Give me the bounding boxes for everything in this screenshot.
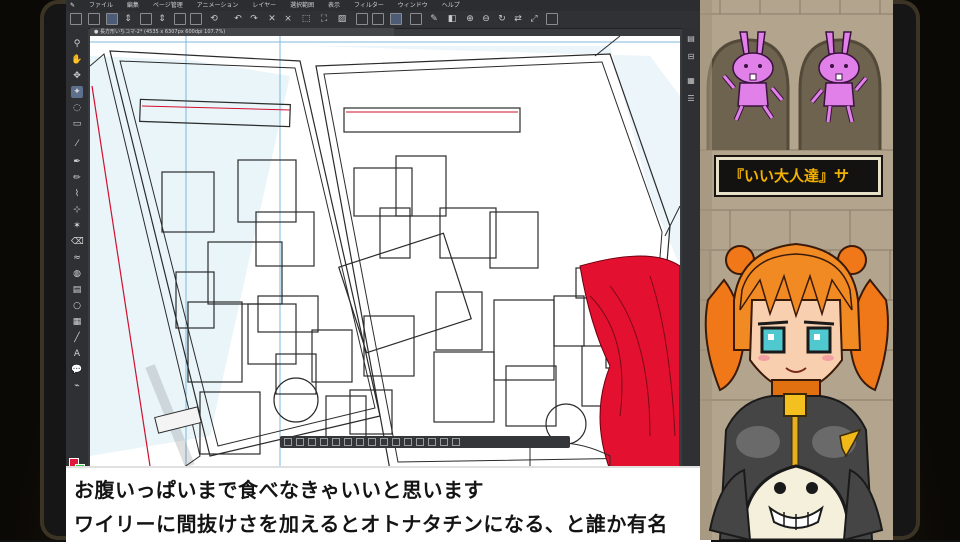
frame-border-tool-icon[interactable]: ▦ (71, 316, 83, 328)
save-icon[interactable] (106, 13, 118, 25)
select-icon[interactable] (440, 438, 448, 446)
fill-icon[interactable]: ▨ (336, 13, 348, 25)
page-icon[interactable] (140, 13, 152, 25)
select-icon[interactable] (284, 438, 292, 446)
pen-tool-icon[interactable]: ✒ (71, 156, 83, 168)
menu-layer[interactable]: レイヤー (252, 0, 276, 11)
export-icon[interactable] (174, 13, 186, 25)
grid-icon[interactable] (410, 13, 422, 25)
snap-off-icon[interactable] (356, 13, 368, 25)
delete-icon[interactable]: ✕ (266, 13, 278, 25)
menu-help[interactable]: ヘルプ (442, 0, 460, 11)
rotate-icon[interactable]: ↻ (496, 13, 508, 25)
figure-tool-icon[interactable]: ○ (71, 300, 83, 312)
select-icon[interactable] (368, 438, 376, 446)
select-icon[interactable] (452, 438, 460, 446)
pen-icon[interactable]: ✎ (428, 13, 440, 25)
open-file-icon[interactable] (88, 13, 100, 25)
menu-animation[interactable]: アニメーション (197, 0, 239, 11)
zoom-out-icon[interactable]: ⊖ (480, 13, 492, 25)
new-file-icon[interactable] (70, 13, 82, 25)
name-tag: 『いい大人達』サ (716, 157, 881, 195)
settings-icon[interactable] (190, 13, 202, 25)
select-icon[interactable] (404, 438, 412, 446)
subtitle-line-2: ワイリーに間抜けさを加えるとオトナタチンになる、と誰か有名 (74, 512, 668, 536)
arrows-icon[interactable]: ⇕ (122, 13, 134, 25)
menu-page-management[interactable]: ページ管理 (153, 0, 183, 11)
flip-horizontal-icon[interactable]: ⇄ (512, 13, 524, 25)
menu-view[interactable]: 表示 (328, 0, 340, 11)
name-tag-text: 『いい大人達』サ (729, 167, 850, 185)
layer-icon[interactable]: ▤ (686, 34, 696, 44)
hand-tool-icon[interactable]: ✋ (71, 54, 83, 66)
floating-selection-bar (280, 436, 570, 448)
balloon-tool-icon[interactable]: 💬 (71, 364, 83, 376)
menu-file[interactable]: ファイル (89, 0, 113, 11)
property-icon[interactable]: ☰ (686, 94, 696, 104)
select-icon[interactable] (392, 438, 400, 446)
menu-window[interactable]: ウィンドウ (398, 0, 428, 11)
select-icon[interactable] (380, 438, 388, 446)
eraser-tool-icon[interactable]: ⌫ (71, 236, 84, 248)
select-clear-icon[interactable]: ⨯ (282, 13, 294, 25)
subtitle-box: お腹いっぱいまで食べなきゃいいと思います ワイリーに間抜けさを加えるとオトナタチ… (66, 466, 711, 542)
pink-bunny-left (722, 31, 784, 121)
ruler-tool-icon[interactable]: ╱ (71, 332, 83, 344)
fit-icon[interactable]: ⤢ (528, 13, 540, 25)
zoom-tool-icon[interactable]: ⚲ (71, 38, 83, 50)
select-icon[interactable] (428, 438, 436, 446)
blend-tool-icon[interactable]: ≈ (71, 252, 83, 264)
pink-bunny-right (810, 31, 868, 123)
color-icon[interactable]: ◧ (446, 13, 458, 25)
gradient-tool-icon[interactable]: ▤ (71, 284, 83, 296)
operation-tool-icon[interactable]: ✦ (71, 86, 83, 98)
select-icon[interactable] (344, 438, 352, 446)
navigator-icon[interactable]: ⊟ (686, 52, 696, 62)
snap-special-icon[interactable] (390, 13, 402, 25)
arrows-icon[interactable]: ⇕ (156, 13, 168, 25)
undo-icon[interactable]: ↶ (232, 13, 244, 25)
command-bar: ⇕ ⇕ ⟲ ↶ ↷ ✕ ⨯ ⬚ ⛶ ▨ ✎ ◧ ⊕ ⊖ ↻ ⇄ ⤢ (66, 11, 700, 29)
select-tool-icon[interactable]: ▭ (71, 118, 83, 130)
move-tool-icon[interactable]: ✥ (71, 70, 83, 82)
select-range-icon[interactable]: ⬚ (300, 13, 312, 25)
decoration-tool-icon[interactable]: ✶ (71, 220, 83, 232)
brush-tool-icon[interactable]: ⌇ (71, 188, 83, 200)
airbrush-tool-icon[interactable]: ⊹ (71, 204, 83, 216)
flip-icon[interactable]: ⟲ (208, 13, 220, 25)
right-icon-strip: ▤ ⊟ ▦ ☰ (682, 28, 700, 470)
transform-icon[interactable]: ⛶ (318, 13, 330, 25)
comic-page-artwork (90, 36, 680, 470)
subtitle-line-1: お腹いっぱいまで食べなきゃいいと思います (74, 478, 484, 502)
app-logo-icon[interactable]: ✎ (70, 0, 75, 11)
window-icon[interactable] (546, 13, 558, 25)
lasso-tool-icon[interactable]: ◌ (71, 102, 83, 114)
document-tab[interactable]: ● 長方形いちコマ-2* (4535 x 6307px 600dpi 107.7… (90, 28, 394, 36)
menu-selection[interactable]: 選択範囲 (290, 0, 314, 11)
select-icon[interactable] (356, 438, 364, 446)
text-tool-icon[interactable]: A (71, 348, 83, 360)
fill-tool-icon[interactable]: ◍ (71, 268, 83, 280)
correct-line-tool-icon[interactable]: ⌁ (71, 380, 83, 392)
select-icon[interactable] (332, 438, 340, 446)
pencil-tool-icon[interactable]: ✏ (71, 172, 83, 184)
clip-studio-window: ✎ ファイル 編集 ページ管理 アニメーション レイヤー 選択範囲 表示 フィル… (66, 0, 700, 470)
menu-edit[interactable]: 編集 (127, 0, 139, 11)
eyedropper-tool-icon[interactable]: ⁄ (71, 138, 83, 150)
tool-palette: ⚲ ✋ ✥ ✦ ◌ ▭ ⁄ ✒ ✏ ⌇ ⊹ ✶ ⌫ ≈ ◍ ▤ ○ ▦ ╱ A … (66, 28, 88, 470)
snap-ruler-icon[interactable] (372, 13, 384, 25)
menu-filter[interactable]: フィルター (354, 0, 384, 11)
select-icon[interactable] (320, 438, 328, 446)
select-icon[interactable] (416, 438, 424, 446)
zoom-in-icon[interactable]: ⊕ (464, 13, 476, 25)
drawing-canvas[interactable] (90, 36, 680, 470)
vtuber-overlay-panel (700, 0, 893, 540)
material-icon[interactable]: ▦ (686, 76, 696, 86)
redo-icon[interactable]: ↷ (248, 13, 260, 25)
pixel-avatar (704, 242, 889, 540)
select-icon[interactable] (296, 438, 304, 446)
select-icon[interactable] (308, 438, 316, 446)
menu-bar: ✎ ファイル 編集 ページ管理 アニメーション レイヤー 選択範囲 表示 フィル… (66, 0, 700, 11)
